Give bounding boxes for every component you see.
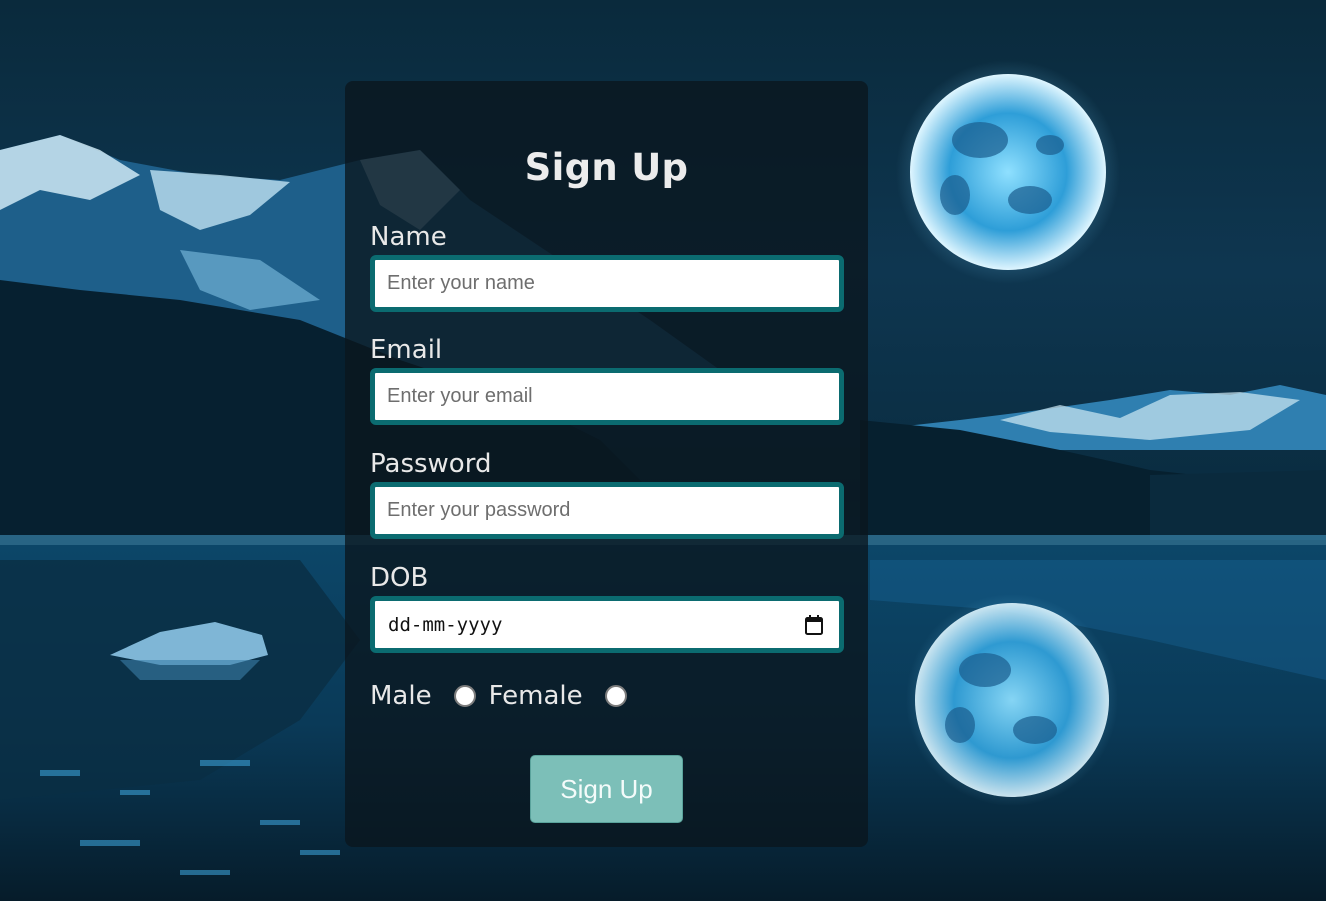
page-title: Sign Up [524, 146, 689, 189]
gender-group: Male Female [370, 676, 627, 716]
page-background: Sign Up Name Email Password DOB dd-mm-yy… [0, 0, 1326, 901]
gender-label-male: Male [370, 681, 432, 711]
dob-label: DOB [370, 563, 429, 593]
sign-up-button[interactable]: Sign Up [530, 755, 683, 823]
email-input[interactable] [370, 368, 844, 425]
female-radio[interactable] [604, 685, 627, 707]
email-label: Email [370, 335, 443, 365]
name-label: Name [370, 222, 447, 252]
dob-input[interactable]: dd-mm-yyyy [370, 596, 844, 653]
password-label: Password [370, 449, 492, 479]
dob-placeholder: dd-mm-yyyy [388, 614, 503, 636]
name-input[interactable] [370, 255, 844, 312]
calendar-icon[interactable] [805, 615, 823, 635]
gender-label-female: Female [488, 681, 583, 711]
password-input[interactable] [370, 482, 844, 539]
male-radio[interactable] [453, 685, 476, 707]
